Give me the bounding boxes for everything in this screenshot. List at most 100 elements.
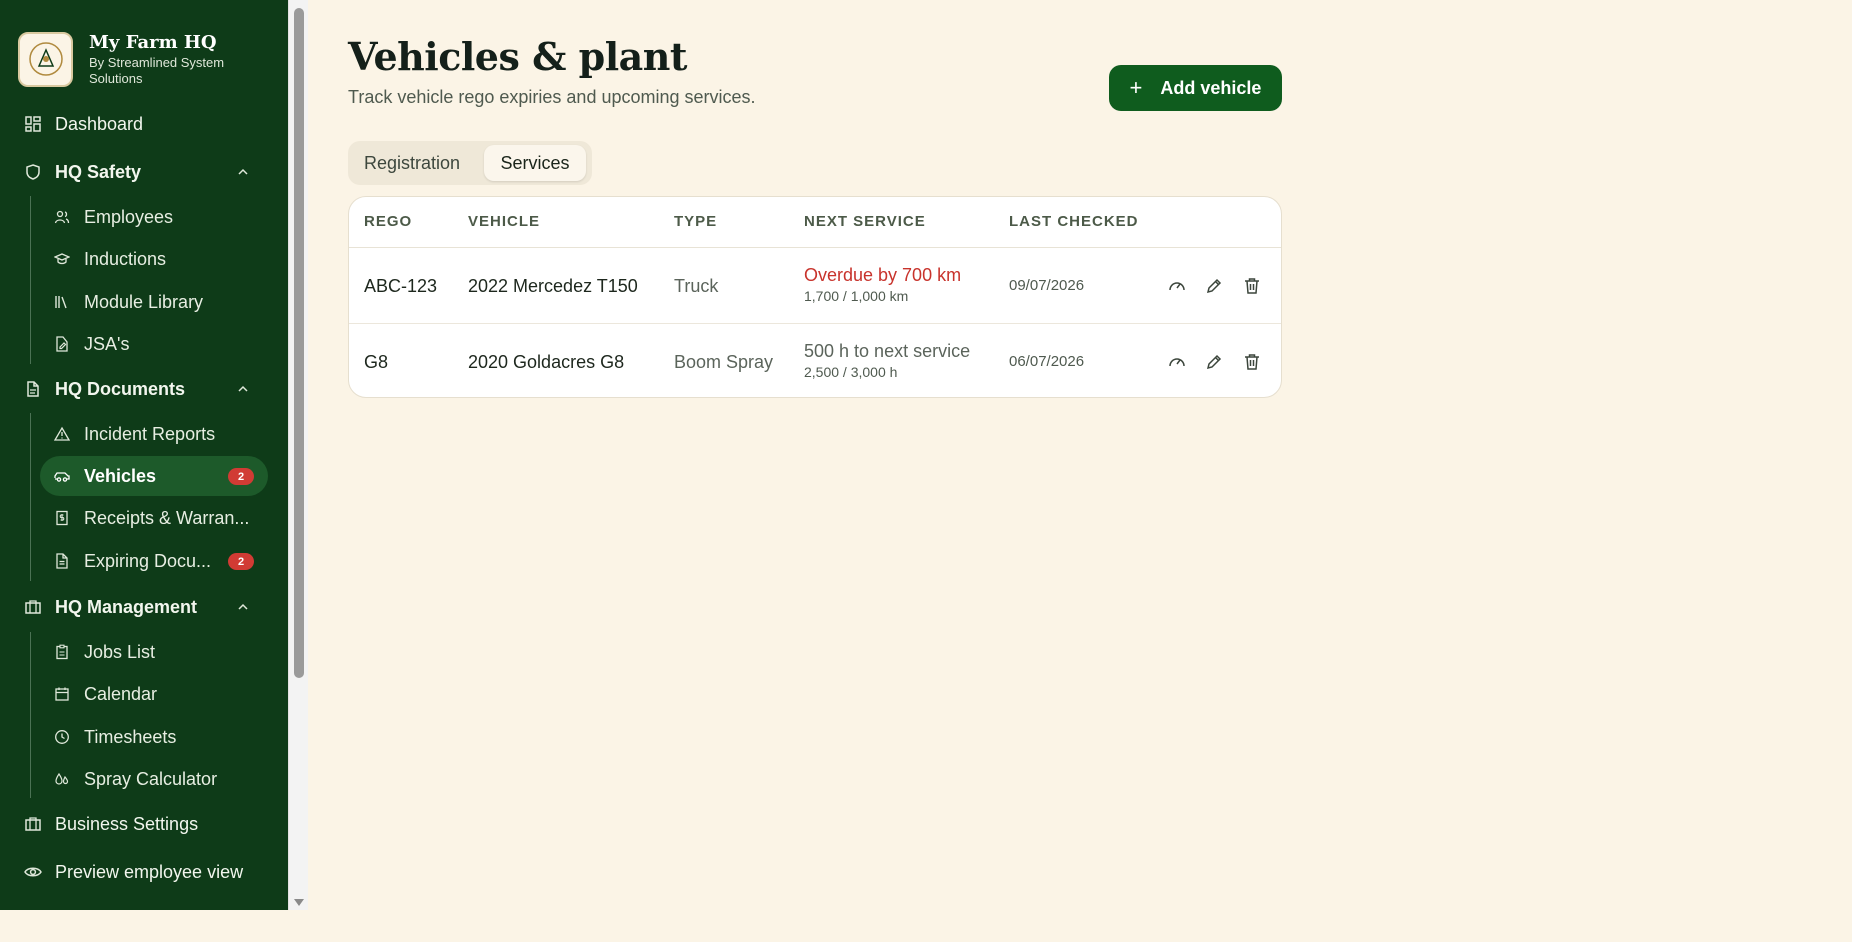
sidebar-item-label: JSA's bbox=[84, 333, 130, 354]
sidebar-item-expiring-documents[interactable]: Expiring Docu... 2 bbox=[40, 541, 268, 581]
scroll-thumb[interactable] bbox=[294, 8, 304, 678]
tree-line bbox=[30, 413, 31, 581]
users-icon bbox=[54, 210, 70, 224]
brand[interactable]: My Farm HQ By Streamlined System Solutio… bbox=[0, 0, 288, 98]
gauge-icon[interactable] bbox=[1167, 276, 1187, 296]
chevron-up-icon[interactable] bbox=[236, 600, 250, 614]
sidebar-item-timesheets[interactable]: Timesheets bbox=[40, 717, 268, 757]
sidebar-item-label: Calendar bbox=[84, 683, 158, 704]
file-text-icon bbox=[56, 553, 68, 569]
cell-type: Boom Spray bbox=[674, 352, 774, 372]
cell-last-checked: 09/07/2026 bbox=[1009, 277, 1085, 294]
eye-icon bbox=[24, 867, 42, 877]
cell-vehicle: 2020 Goldacres G8 bbox=[468, 352, 625, 372]
column-header-next-service: NEXT SERVICE bbox=[804, 213, 926, 230]
tab-list: Registration Services bbox=[348, 141, 592, 185]
nav-business-settings[interactable]: Business Settings bbox=[0, 812, 288, 836]
alert-triangle-icon bbox=[54, 426, 70, 441]
services-table: REGO VEHICLE TYPE NEXT SERVICE LAST CHEC… bbox=[348, 196, 1282, 398]
sidebar-item-module-library[interactable]: Module Library bbox=[40, 282, 268, 322]
tree-line bbox=[30, 196, 31, 364]
cell-next-service-detail: 1,700 / 1,000 km bbox=[804, 288, 909, 304]
nav-preview-employee-view[interactable]: Preview employee view bbox=[0, 860, 288, 884]
brand-title: My Farm HQ bbox=[89, 31, 217, 53]
nav-hq-safety-label: HQ Safety bbox=[55, 161, 142, 182]
page-subtitle: Track vehicle rego expiries and upcoming… bbox=[348, 87, 756, 107]
cell-rego: ABC-123 bbox=[364, 276, 438, 296]
chevron-up-icon[interactable] bbox=[236, 382, 250, 396]
column-header-rego: REGO bbox=[364, 213, 413, 230]
gauge-icon[interactable] bbox=[1167, 352, 1187, 372]
sidebar-item-label: Inductions bbox=[84, 248, 167, 269]
row-divider bbox=[349, 323, 1281, 324]
sidebar-item-label: Jobs List bbox=[84, 641, 156, 662]
briefcase-icon bbox=[25, 600, 41, 614]
cell-next-service: 500 h to next service bbox=[804, 341, 971, 361]
nav-dashboard[interactable]: Dashboard bbox=[0, 112, 288, 136]
add-vehicle-button[interactable]: + Add vehicle bbox=[1109, 65, 1282, 111]
sidebar-item-label: Module Library bbox=[84, 291, 204, 312]
building-icon bbox=[25, 817, 41, 831]
cell-vehicle: 2022 Mercedez T150 bbox=[468, 276, 638, 296]
sidebar-item-label: Spray Calculator bbox=[84, 768, 218, 789]
header-divider bbox=[349, 247, 1281, 248]
cell-rego: G8 bbox=[364, 352, 389, 372]
sidebar-item-label: Vehicles bbox=[84, 465, 157, 486]
logo bbox=[18, 31, 73, 87]
pencil-icon[interactable] bbox=[1204, 352, 1224, 372]
count-badge: 2 bbox=[228, 553, 254, 570]
sidebar-item-label: Employees bbox=[84, 206, 174, 227]
sidebar-item-label: Incident Reports bbox=[84, 423, 216, 444]
sidebar-item-label: Expiring Docu... bbox=[84, 550, 212, 571]
nav-hq-management-label: HQ Management bbox=[55, 596, 198, 617]
calendar-icon bbox=[55, 687, 69, 701]
sidebar-item-vehicles[interactable]: Vehicles 2 bbox=[40, 456, 268, 496]
column-header-last-checked: LAST CHECKED bbox=[1009, 213, 1139, 230]
library-icon bbox=[55, 296, 67, 309]
plus-icon: + bbox=[1129, 75, 1143, 100]
sidebar-item-label: Timesheets bbox=[84, 726, 177, 747]
sidebar-item-receipts[interactable]: Receipts & Warran... bbox=[40, 498, 268, 538]
page-title: Vehicles & plant bbox=[348, 34, 687, 79]
add-vehicle-label: Add vehicle bbox=[1160, 77, 1262, 98]
cell-type: Truck bbox=[674, 276, 719, 296]
nav-hq-documents[interactable]: HQ Documents bbox=[0, 377, 288, 401]
sidebar-item-jobs-list[interactable]: Jobs List bbox=[40, 632, 268, 672]
sidebar-item-label: Receipts & Warran... bbox=[84, 507, 250, 528]
scroll-down-arrow[interactable] bbox=[294, 899, 304, 906]
trash-icon[interactable] bbox=[1242, 352, 1262, 372]
chevron-up-icon[interactable] bbox=[236, 165, 250, 179]
tab-registration[interactable]: Registration bbox=[352, 145, 472, 181]
sidebar-item-employees[interactable]: Employees bbox=[40, 197, 268, 237]
nav-hq-safety[interactable]: HQ Safety bbox=[0, 160, 288, 184]
nav-business-settings-label: Business Settings bbox=[55, 813, 199, 834]
sidebar-item-jsas[interactable]: JSA's bbox=[40, 324, 268, 364]
column-header-vehicle: VEHICLE bbox=[468, 213, 541, 230]
receipt-icon bbox=[56, 510, 68, 526]
nav-dashboard-label: Dashboard bbox=[55, 113, 144, 134]
graduation-cap-icon bbox=[54, 253, 70, 265]
dashboard-icon bbox=[25, 116, 41, 132]
sidebar-item-incident-reports[interactable]: Incident Reports bbox=[40, 414, 268, 454]
tab-services[interactable]: Services bbox=[484, 145, 586, 181]
sidebar-item-spray-calculator[interactable]: Spray Calculator bbox=[40, 759, 268, 799]
tree-line bbox=[30, 632, 31, 798]
sidebar-item-calendar[interactable]: Calendar bbox=[40, 674, 268, 714]
cell-next-service: Overdue by 700 km bbox=[804, 265, 962, 285]
car-icon bbox=[54, 472, 70, 482]
file-edit-icon bbox=[56, 336, 68, 352]
pencil-icon[interactable] bbox=[1204, 276, 1224, 296]
sidebar-scrollbar[interactable] bbox=[288, 0, 308, 910]
trash-icon[interactable] bbox=[1242, 276, 1262, 296]
sidebar-item-inductions[interactable]: Inductions bbox=[40, 239, 268, 279]
nav-preview-label: Preview employee view bbox=[55, 861, 244, 882]
cell-next-service-detail: 2,500 / 3,000 h bbox=[804, 364, 898, 380]
droplets-icon bbox=[55, 772, 69, 785]
nav-hq-documents-label: HQ Documents bbox=[55, 378, 186, 399]
column-header-type: TYPE bbox=[674, 213, 718, 230]
count-badge: 2 bbox=[228, 468, 254, 485]
sidebar: My Farm HQ By Streamlined System Solutio… bbox=[0, 0, 288, 910]
nav-hq-management[interactable]: HQ Management bbox=[0, 595, 288, 619]
cell-last-checked: 06/07/2026 bbox=[1009, 353, 1085, 370]
brand-subtitle: By Streamlined System Solutions bbox=[89, 54, 225, 86]
